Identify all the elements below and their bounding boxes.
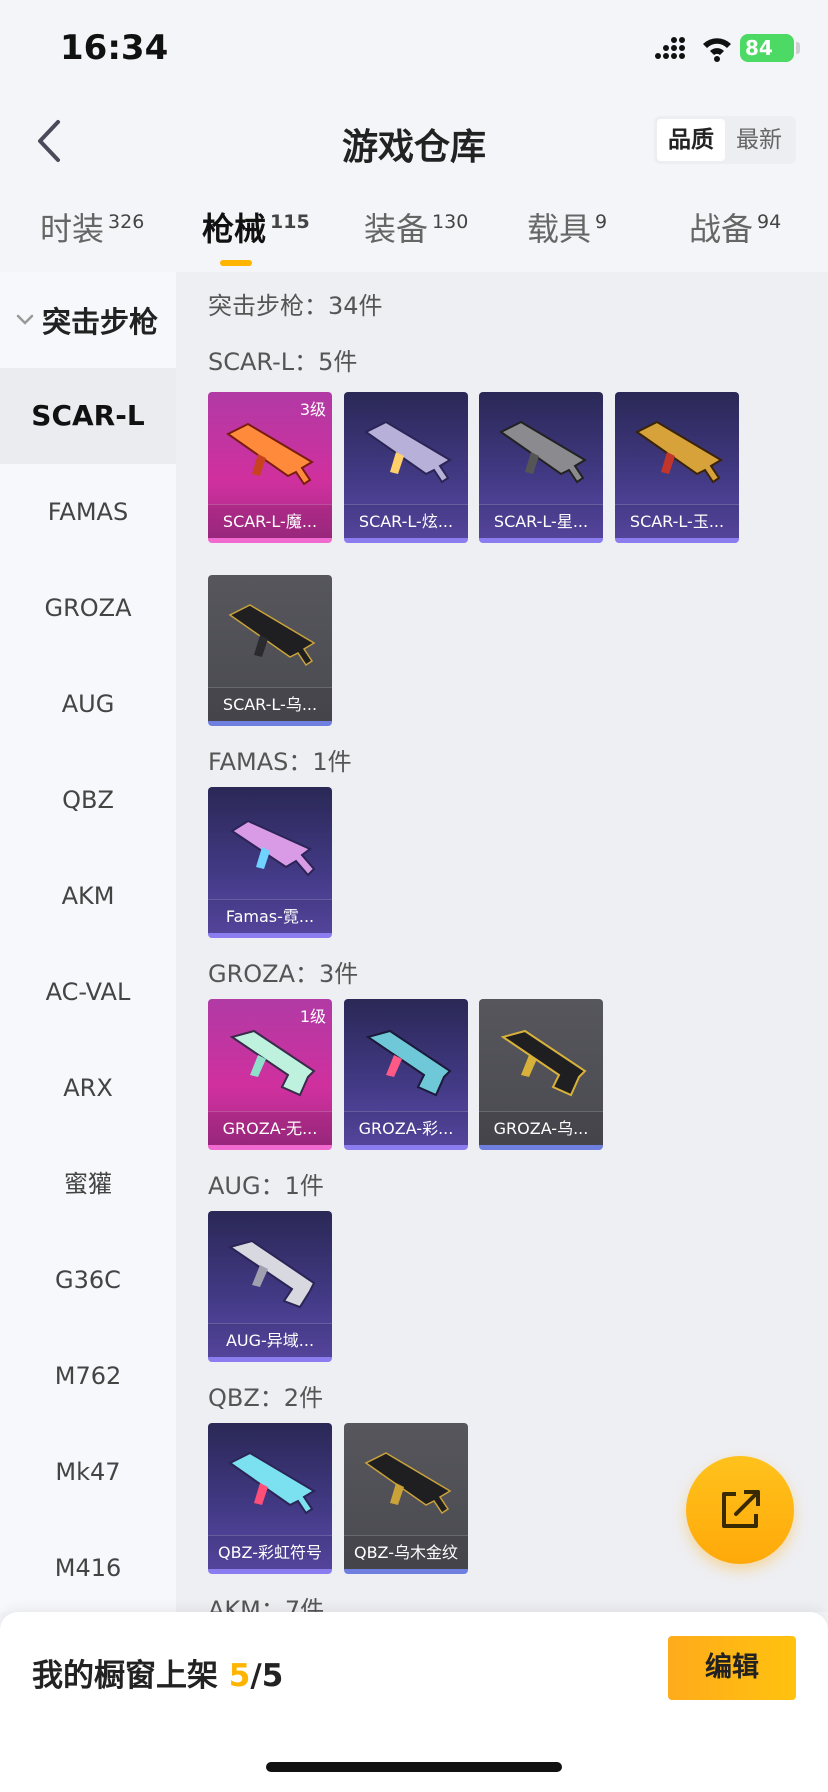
rifle-icon [228,604,316,667]
section-title-qbz: QBZ：2件 [208,1384,324,1412]
sidebar-item-g36c[interactable]: G36C [0,1232,176,1328]
tab-vehicles[interactable]: 载具 9 [527,204,607,250]
weapon-card[interactable]: QBZ-彩虹符号 [208,1423,332,1574]
sidebar-item-akm[interactable]: AKM [0,848,176,944]
weapon-card[interactable]: GROZA-彩... [344,999,468,1150]
battery-cap [796,42,800,54]
tab-count: 94 [757,211,782,233]
tab-count: 326 [108,211,145,233]
tab-label: 枪械 [202,210,267,248]
sort-option-newest[interactable]: 最新 [725,119,793,161]
weapon-card[interactable]: QBZ-乌木金纹 [344,1423,468,1574]
showcase-total-count: /5 [250,1658,284,1694]
weapon-name: SCAR-L-魔... [208,504,332,538]
share-external-icon [722,1490,760,1528]
rifle-icon [226,422,314,486]
tab-firearms[interactable]: 枪械 115 [202,204,310,266]
weapon-name: GROZA-无... [208,1111,332,1145]
tab-count: 130 [432,211,469,233]
category-tabs: 时装 326 枪械 115 装备 130 载具 9 战备 94 [0,196,828,266]
rifle-icon [229,1029,316,1097]
weapon-card[interactable]: SCAR-L-炫... [344,392,468,543]
weapon-name: GROZA-乌... [479,1111,603,1145]
weapon-name: SCAR-L-炫... [344,504,468,538]
rifle-icon [364,420,452,484]
edit-button[interactable]: 编辑 [668,1636,796,1700]
rifle-icon [227,1239,316,1309]
weapon-card[interactable]: SCAR-L-乌... [208,575,332,726]
sort-option-quality[interactable]: 品质 [657,119,725,161]
weapon-card[interactable]: 1级 GROZA-无... [208,999,332,1150]
sidebar-group-label: 突击步枪 [42,305,159,339]
sidebar-item-arx[interactable]: ARX [0,1040,176,1136]
sidebar-item-m762[interactable]: M762 [0,1328,176,1424]
weapon-level: 3级 [299,400,326,419]
weapon-grid: 突击步枪：34件 SCAR-L：5件 3级 SCAR-L-魔... SCAR-L… [176,272,828,1612]
chevron-down-icon [16,314,34,325]
rifle-icon [635,420,723,484]
weapon-name: SCAR-L-星... [479,504,603,538]
rifle-icon [365,1029,452,1097]
sidebar-item-famas[interactable]: FAMAS [0,464,176,560]
tab-supplies[interactable]: 战备 94 [689,204,781,250]
section-title-akm: AKM：7件 [208,1596,325,1612]
weapon-name: QBZ-彩虹符号 [208,1535,332,1569]
section-title-aug: AUG：1件 [208,1172,324,1200]
tab-label: 载具 [527,210,592,248]
cellular-signal-icon [655,37,685,59]
weapon-sidebar: 突击步枪 SCAR-L FAMAS GROZA AUG QBZ AKM AC-V… [0,272,176,1612]
rifle-icon [228,1451,316,1515]
weapon-name: GROZA-彩... [344,1111,468,1145]
showcase-label: 我的橱窗上架 [32,1658,218,1694]
rifle-icon [500,1029,587,1097]
sort-toggle: 品质 最新 [654,116,796,164]
weapon-name: Famas-霓... [208,899,332,933]
tab-count: 9 [595,211,608,233]
weapon-card[interactable]: 3级 SCAR-L-魔... [208,392,332,543]
tab-label: 装备 [364,210,429,248]
active-tab-indicator [220,260,252,266]
rifle-icon [499,420,587,484]
home-indicator[interactable] [266,1762,562,1772]
sidebar-item-ac-val[interactable]: AC-VAL [0,944,176,1040]
section-title-groza: GROZA：3件 [208,960,359,988]
wifi-icon [703,38,731,62]
weapon-name: AUG-异域... [208,1323,332,1357]
rifle-icon [364,1452,452,1515]
share-fab-button[interactable] [686,1456,794,1564]
sidebar-group-assault-rifles[interactable]: 突击步枪 [0,272,176,368]
sidebar-item-groza[interactable]: GROZA [0,560,176,656]
section-title-scar-l: SCAR-L：5件 [208,348,358,376]
status-time: 16:34 [60,28,169,68]
tab-equipment[interactable]: 装备 130 [364,204,468,250]
tab-count: 115 [270,211,310,233]
weapon-card[interactable]: SCAR-L-玉... [615,392,739,543]
category-summary: 突击步枪：34件 [208,292,383,320]
showcase-status: 我的橱窗上架 5/5 [32,1650,283,1695]
weapon-card[interactable]: AUG-异域... [208,1211,332,1362]
tab-fashion[interactable]: 时装 326 [40,204,144,250]
sidebar-item-mk47[interactable]: Mk47 [0,1424,176,1520]
weapon-name: QBZ-乌木金纹 [344,1535,468,1569]
rifle-icon [230,819,316,877]
sidebar-item-m416[interactable]: M416 [0,1520,176,1612]
tab-label: 时装 [40,210,105,248]
sidebar-item-scar-l[interactable]: SCAR-L [0,368,176,464]
section-title-famas: FAMAS：1件 [208,748,352,776]
header: 游戏仓库 品质 最新 [0,100,828,180]
sidebar-item-aug[interactable]: AUG [0,656,176,752]
status-bar: 16:34 84 [0,0,828,100]
weapon-card[interactable]: Famas-霓... [208,787,332,938]
weapon-card[interactable]: SCAR-L-星... [479,392,603,543]
weapon-name: SCAR-L-玉... [615,504,739,538]
weapon-card[interactable]: GROZA-乌... [479,999,603,1150]
tab-label: 战备 [689,210,754,248]
weapon-level: 1级 [299,1007,326,1026]
weapon-name: SCAR-L-乌... [208,687,332,721]
sidebar-item-qbz[interactable]: QBZ [0,752,176,848]
showcase-current-count: 5 [228,1658,251,1694]
sidebar-item-honey-badger[interactable]: 蜜獾 [0,1136,176,1232]
battery-icon: 84 [740,34,794,62]
